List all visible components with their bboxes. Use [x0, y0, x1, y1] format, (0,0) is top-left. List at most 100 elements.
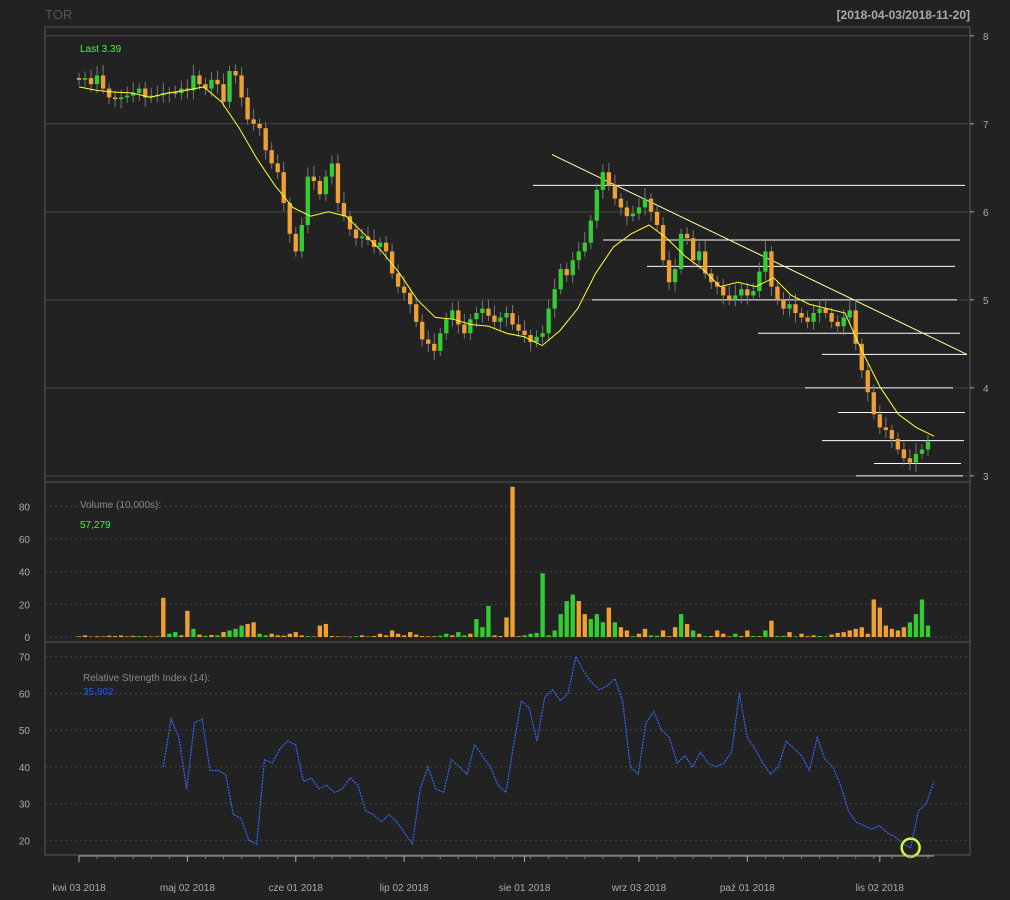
volume-bar: [263, 635, 268, 637]
volume-tick-label: 20: [19, 600, 31, 611]
volume-bar: [353, 636, 359, 637]
price-candle: [769, 251, 774, 287]
volume-bar: [504, 617, 509, 637]
volume-bar: [209, 635, 214, 637]
price-candle: [660, 225, 666, 261]
price-candle: [781, 299, 786, 309]
price-candle: [251, 119, 256, 124]
volume-bar: [371, 636, 377, 637]
volume-bar: [672, 627, 678, 637]
price-candle: [341, 203, 347, 217]
price-candle: [414, 304, 419, 322]
volume-bar: [203, 635, 208, 637]
volume-bar: [432, 636, 437, 637]
price-candle: [106, 88, 112, 98]
volume-bar: [257, 633, 262, 637]
volume-bar: [245, 623, 250, 637]
volume-bar: [697, 633, 702, 637]
volume-bar: [456, 632, 461, 637]
volume-bar: [420, 636, 425, 637]
volume-bar: [612, 622, 618, 637]
volume-bar: [841, 632, 846, 637]
volume-bar: [329, 636, 335, 637]
volume-bar: [594, 614, 599, 637]
volume-bar: [492, 635, 497, 637]
price-candle: [510, 313, 515, 325]
volume-bar: [787, 632, 792, 637]
volume-bar: [684, 623, 690, 637]
price-candle: [648, 198, 654, 212]
price-candle: [257, 123, 262, 129]
volume-bar: [269, 633, 274, 637]
volume-bar: [666, 636, 672, 637]
x-axis-tick-label: kwi 03 2018: [52, 883, 106, 894]
x-axis-tick-label: paź 01 2018: [720, 883, 775, 894]
price-candle: [721, 286, 726, 296]
volume-bar: [251, 622, 256, 637]
volume-bar: [829, 634, 834, 637]
volume-bar: [221, 632, 226, 637]
volume-bar: [106, 635, 112, 637]
price-candle: [407, 292, 413, 305]
volume-bar: [414, 634, 419, 637]
price-candle: [697, 251, 702, 261]
price-candle: [757, 271, 762, 292]
volume-bar: [311, 636, 316, 638]
price-candle: [642, 198, 648, 208]
volume-bar: [775, 636, 780, 637]
volume-bar: [462, 635, 467, 637]
volume-tick-label: 80: [19, 502, 31, 513]
price-candle: [275, 163, 280, 173]
price-candle: [492, 315, 497, 322]
x-axis-tick-label: wrz 03 2018: [611, 883, 667, 894]
volume-bar: [143, 636, 148, 637]
price-candle: [684, 233, 690, 239]
price-candle: [293, 233, 298, 252]
price-candle: [112, 97, 118, 100]
price-candle: [811, 313, 816, 322]
volume-bar: [877, 607, 882, 637]
price-candle: [125, 95, 130, 98]
price-candle: [901, 449, 907, 459]
price-candle: [877, 414, 882, 428]
volume-bar: [570, 594, 575, 637]
volume-bar: [799, 633, 804, 637]
price-candle: [233, 71, 238, 76]
rsi-tick-label: 40: [19, 763, 31, 774]
volume-bar: [407, 632, 413, 637]
price-candle: [269, 150, 274, 164]
price-candle: [239, 75, 244, 98]
volume-bar: [365, 636, 371, 638]
volume-bar: [721, 633, 726, 637]
x-axis-tick-label: lip 02 2018: [380, 883, 429, 894]
volume-bar: [558, 614, 563, 637]
price-candle: [450, 310, 455, 320]
price-candle: [564, 269, 569, 276]
rsi-tick-label: 30: [19, 800, 31, 811]
volume-bar: [450, 635, 455, 637]
price-candle: [305, 176, 310, 226]
volume-bar: [161, 597, 166, 637]
volume-bar: [811, 635, 816, 637]
price-candle: [377, 242, 383, 248]
price-candle: [582, 242, 587, 252]
price-candle: [444, 319, 449, 334]
volume-bar: [588, 619, 593, 637]
volume-legend: Volume (10,000s):: [80, 500, 161, 511]
volume-bar: [739, 636, 744, 637]
volume-bar: [227, 630, 232, 637]
volume-bar: [630, 636, 636, 637]
price-candle: [263, 128, 268, 151]
x-axis-tick-label: cze 01 2018: [269, 883, 324, 894]
volume-bar: [919, 599, 925, 637]
price-candle: [335, 163, 341, 204]
price-candle: [468, 319, 473, 334]
price-candle: [317, 181, 323, 195]
rsi-legend: Relative Strength Index (14):: [83, 673, 210, 684]
price-tick-label: 3: [983, 472, 989, 483]
price-candle: [438, 333, 443, 351]
price-candle: [323, 176, 329, 195]
volume-bar: [859, 627, 864, 637]
volume-bar: [137, 636, 142, 637]
price-candle: [690, 238, 696, 261]
